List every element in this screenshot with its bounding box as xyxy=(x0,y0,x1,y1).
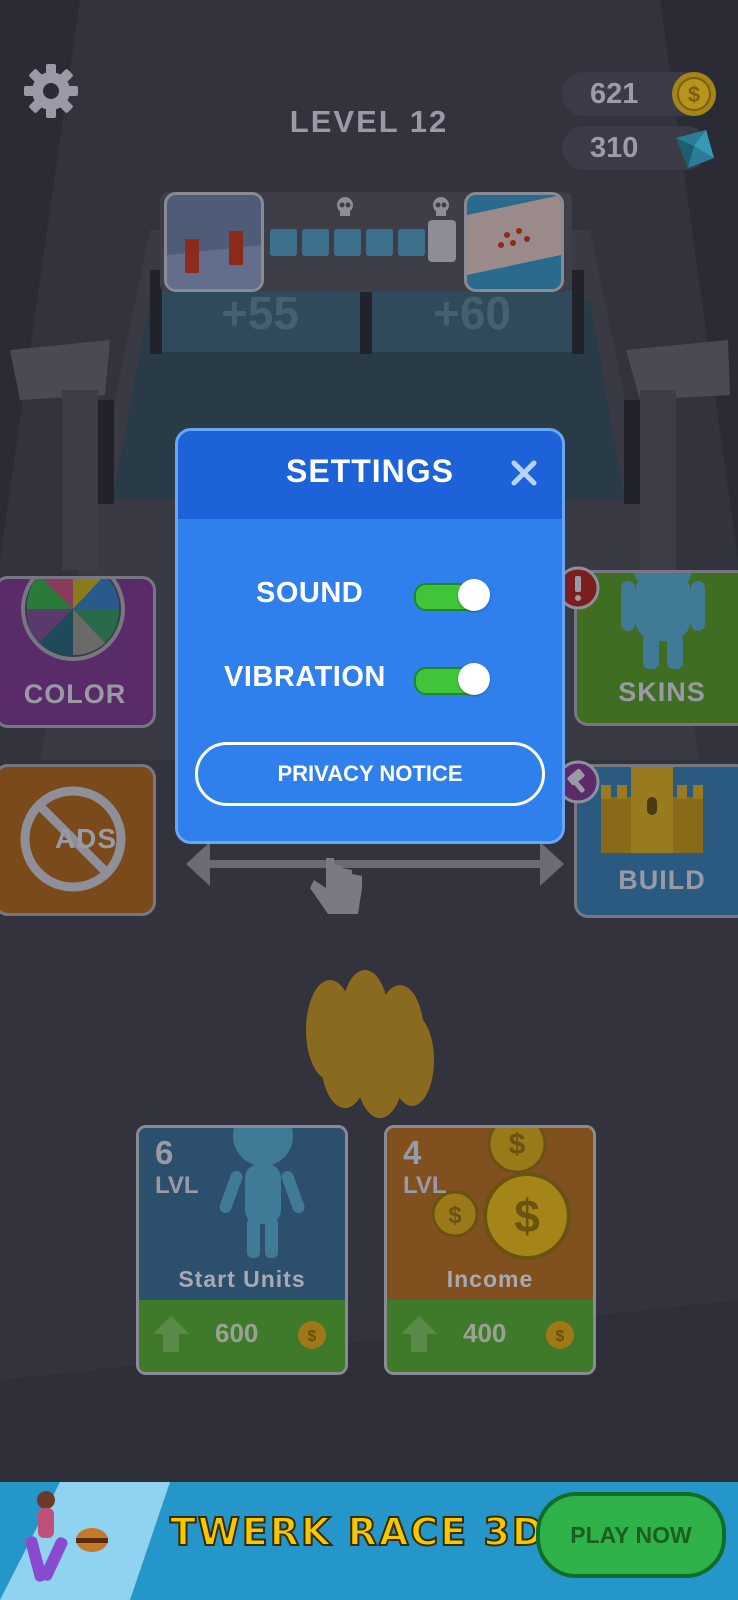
vibration-toggle[interactable] xyxy=(414,663,490,695)
upgrade-level: 4 xyxy=(403,1134,422,1171)
progress-segment xyxy=(366,229,393,256)
color-button[interactable]: COLOR xyxy=(0,576,156,728)
svg-text:$: $ xyxy=(308,1328,317,1345)
color-label: COLOR xyxy=(23,679,127,709)
vibration-label: VIBRATION xyxy=(224,661,386,693)
skins-label: SKINS xyxy=(618,677,706,707)
svg-text:$: $ xyxy=(688,82,700,107)
no-ads-button[interactable]: ADS xyxy=(0,764,156,916)
ad-banner[interactable]: TWERK RACE 3D PLAY NOW xyxy=(0,1482,738,1600)
upgrade-level-unit: LVL xyxy=(403,1172,447,1199)
income-coins-icon: $ $ $ xyxy=(431,1128,571,1260)
gem-icon xyxy=(676,130,714,168)
progress-segment xyxy=(398,229,425,256)
privacy-notice-button[interactable]: PRIVACY NOTICE xyxy=(195,742,545,806)
unit-figure-icon xyxy=(219,1128,305,1258)
level-progress xyxy=(160,192,572,292)
settings-header: SETTINGS xyxy=(178,431,562,519)
ad-title: TWERK RACE 3D xyxy=(169,1509,546,1555)
upgrade-level-unit: LVL xyxy=(155,1172,199,1199)
upgrade-card-start-units[interactable]: 6 LVL Start Units 600 $ xyxy=(136,1125,348,1375)
svg-text:$: $ xyxy=(448,1202,462,1229)
upgrade-price: 400 xyxy=(463,1318,507,1348)
skin-character-icon xyxy=(621,573,705,669)
upgrade-price: 600 xyxy=(215,1318,259,1348)
settings-dialog: SETTINGS SOUND VIBRATION PRIVACY NOTICE xyxy=(175,428,565,844)
ad-play-now-button[interactable]: PLAY NOW xyxy=(536,1492,726,1578)
boss-marker xyxy=(428,220,456,262)
svg-text:$: $ xyxy=(509,1128,526,1161)
coin-icon: $ xyxy=(298,1321,326,1349)
upgrade-name: Income xyxy=(446,1266,534,1292)
progress-segment xyxy=(270,229,297,256)
castle-icon xyxy=(601,767,703,853)
skull-icon xyxy=(337,197,353,216)
coin-icon: $ xyxy=(546,1321,574,1349)
upgrade-name: Start Units xyxy=(178,1266,306,1292)
sound-toggle-knob xyxy=(458,579,490,611)
sound-toggle[interactable] xyxy=(414,579,490,611)
build-label: BUILD xyxy=(618,865,706,895)
color-wheel-icon xyxy=(21,579,125,661)
coin-counter: 621 $ xyxy=(562,72,716,116)
svg-text:$: $ xyxy=(556,1328,565,1345)
ad-character-image xyxy=(0,1482,170,1600)
stage-thumbnail-right xyxy=(464,192,564,292)
coin-icon: $ xyxy=(672,72,716,116)
settings-title: SETTINGS xyxy=(285,453,454,489)
progress-segment xyxy=(334,229,361,256)
upgrade-arrow-icon xyxy=(401,1316,437,1352)
gem-count: 310 xyxy=(590,132,639,164)
upgrade-arrow-icon xyxy=(153,1316,189,1352)
svg-text:$: $ xyxy=(514,1190,540,1242)
upgrade-card-income[interactable]: $ $ $ 4 LVL Income 400 $ xyxy=(384,1125,596,1375)
progress-segment xyxy=(302,229,329,256)
stage-thumbnail-left xyxy=(164,192,264,292)
vibration-toggle-knob xyxy=(458,663,490,695)
upgrade-level: 6 xyxy=(155,1134,174,1171)
gate-right-value: +60 xyxy=(432,287,512,339)
sound-label: SOUND xyxy=(256,577,364,609)
gem-counter: 310 xyxy=(562,126,714,170)
close-icon[interactable] xyxy=(508,457,540,489)
coin-count: 621 xyxy=(590,78,639,110)
ads-label: ADS xyxy=(54,823,118,854)
skull-icon xyxy=(433,197,449,216)
gate-left-value: +55 xyxy=(220,287,300,339)
